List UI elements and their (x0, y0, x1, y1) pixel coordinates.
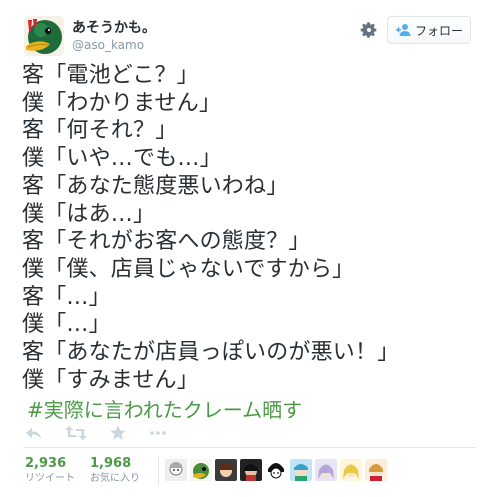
avatar[interactable] (290, 459, 312, 481)
tweet-line: 僕「…」 (22, 312, 111, 338)
avatar[interactable] (190, 459, 212, 481)
tweet-line: 客「あなた態度悪いわね」 (22, 173, 289, 199)
follow-button-label: フォロー (414, 23, 463, 38)
favorite-count: 1,968 (90, 456, 132, 471)
avatar[interactable] (340, 459, 362, 481)
tweet-line: 僕「いや…でも…」 (22, 146, 222, 172)
follow-button[interactable]: フォロー (387, 16, 471, 44)
display-name[interactable]: あそうかも。 (72, 17, 156, 37)
tweet-line: 客「…」 (22, 284, 111, 310)
gear-icon[interactable] (360, 21, 378, 39)
duck-avatar-icon (24, 16, 64, 56)
retweet-icon[interactable] (65, 424, 87, 442)
avatar[interactable] (365, 459, 387, 481)
tweet-card: あそうかも。 @aso_kamo フォロー 客「電池どこ？」 僕「わかりません」… (0, 0, 500, 497)
favoriters-list (165, 459, 387, 481)
avatar[interactable] (315, 459, 337, 481)
hashtag-link[interactable]: #実際に言われたクレーム晒す (27, 394, 302, 423)
person-add-icon (395, 23, 411, 37)
tweet-line: 客「あなたが店員っぽいのが悪い！」 (22, 340, 400, 366)
avatar[interactable] (24, 16, 64, 56)
avatar[interactable] (165, 459, 187, 481)
avatar[interactable] (240, 459, 262, 481)
tweet-line: 客「電池どこ？」 (22, 63, 199, 88)
favorite-stat[interactable]: 1,968 お気に入り (90, 456, 140, 486)
avatar[interactable] (215, 459, 237, 481)
tweet-line: 僕「わかりません」 (22, 90, 222, 116)
star-icon[interactable] (109, 424, 127, 442)
tweet-line: 僕「はあ…」 (22, 201, 156, 227)
user-handle[interactable]: @aso_kamo (72, 38, 144, 52)
reply-icon[interactable] (25, 424, 43, 442)
tweet-text: 客「電池どこ？」 僕「わかりません」 客「何それ？」 僕「いや…でも…」 客「あ… (22, 62, 399, 394)
stats-divider (158, 456, 159, 486)
tweet-line: 僕「すみません」 (22, 367, 199, 393)
divider (24, 447, 476, 448)
favorite-label: お気に入り (90, 473, 140, 484)
retweet-count: 2,936 (25, 456, 67, 471)
tweet-line: 客「それがお客への態度？」 (22, 229, 311, 255)
retweet-stat[interactable]: 2,936 リツイート (25, 456, 75, 486)
avatar[interactable] (265, 459, 287, 481)
tweet-line: 僕「僕、店員じゃないですから」 (22, 256, 355, 282)
retweet-label: リツイート (25, 473, 75, 484)
more-icon[interactable] (149, 424, 167, 442)
tweet-line: 客「何それ？」 (22, 118, 178, 144)
